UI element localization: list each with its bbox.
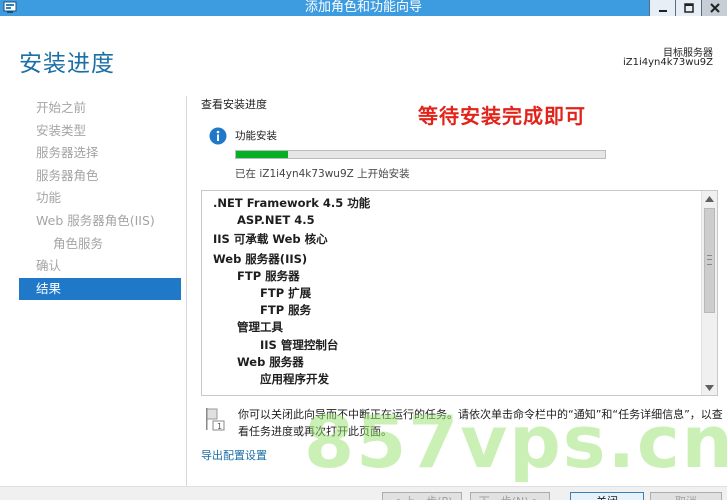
scrollbar[interactable] [701, 191, 717, 395]
minimize-icon[interactable] [649, 0, 675, 16]
feature-tree-item: FTP 服务器 [237, 268, 300, 283]
feature-tree: .NET Framework 4.5 功能 ASP.NET 4.5 IIS 可承载 … [202, 191, 701, 395]
divider [186, 96, 187, 494]
cancel-button[interactable]: 取消 [650, 492, 722, 500]
nav-step-before-you-begin: 开始之前 [36, 100, 87, 115]
feature-tree-item: FTP 扩展 [260, 285, 312, 300]
nav-step-features: 功能 [36, 190, 62, 206]
section-title: 查看安装进度 [201, 98, 267, 111]
close-icon[interactable] [701, 0, 727, 16]
feature-tree-item: IIS 可承载 Web 核心 [213, 232, 328, 247]
target-server-name: iZ1i4yn4k73wu9Z [623, 57, 713, 68]
feature-installation-label: 功能安装 [235, 130, 277, 142]
next-button[interactable]: 下一步(N) > [470, 492, 550, 500]
nav-step-confirmation: 确认 [36, 258, 62, 274]
feature-tree-item: 管理工具 [237, 320, 283, 335]
feature-tree-item: IIS 管理控制台 [260, 337, 339, 352]
notification-flag-icon: 1 [205, 407, 225, 431]
feature-tree-item: Web 服务器(IIS) [213, 251, 308, 266]
close-button[interactable]: 关闭 [570, 492, 644, 500]
feature-tree-item: ASP.NET 4.5 [237, 213, 315, 228]
progress-status: 已在 iZ1i4yn4k73wu9Z 上开始安装 [235, 168, 410, 180]
feature-tree-item: FTP 服务 [260, 303, 312, 318]
nav-step-role-services: 角色服务 [53, 235, 104, 251]
nav-step-server-selection: 服务器选择 [36, 145, 99, 161]
scroll-up-icon[interactable] [702, 191, 717, 206]
nav-step-installation-type: 安装类型 [36, 122, 87, 138]
red-annotation: 等待安装完成即可 [418, 104, 586, 128]
feature-tree-item: .NET Framework 4.5 功能 [213, 196, 371, 210]
wizard-steps-nav: 开始之前 安装类型 服务器选择 服务器角色 功能 Web 服务器角色(IIS) … [19, 97, 181, 301]
page-title: 安装进度 [19, 51, 115, 77]
feature-tree-item: Web 服务器 [237, 354, 304, 369]
installation-progress-bar [235, 150, 606, 159]
svg-text:1: 1 [217, 422, 222, 431]
title-bar: 添加角色和功能向导 [0, 0, 727, 16]
export-configuration-link[interactable]: 导出配置设置 [201, 447, 267, 463]
close-wizard-note: 你可以关闭此向导而不中断正在运行的任务。请依次单击命令栏中的“通知”和“任务详细… [238, 408, 723, 438]
window-title: 添加角色和功能向导 [304, 0, 422, 15]
nav-step-results[interactable]: 结果 [19, 277, 181, 301]
feature-tree-item: 应用程序开发 [260, 371, 329, 386]
nav-step-server-roles: 服务器角色 [36, 167, 99, 183]
maximize-icon[interactable] [675, 0, 701, 16]
progress-fill [236, 151, 288, 158]
previous-button[interactable]: < 上一步(P) [382, 492, 462, 500]
feature-list[interactable]: .NET Framework 4.5 功能 ASP.NET 4.5 IIS 可承载 … [201, 190, 718, 396]
info-icon [209, 127, 227, 145]
nav-step-web-server-role: Web 服务器角色(IIS) [36, 212, 155, 228]
scroll-thumb[interactable] [704, 208, 715, 313]
scroll-down-icon[interactable] [702, 380, 717, 395]
